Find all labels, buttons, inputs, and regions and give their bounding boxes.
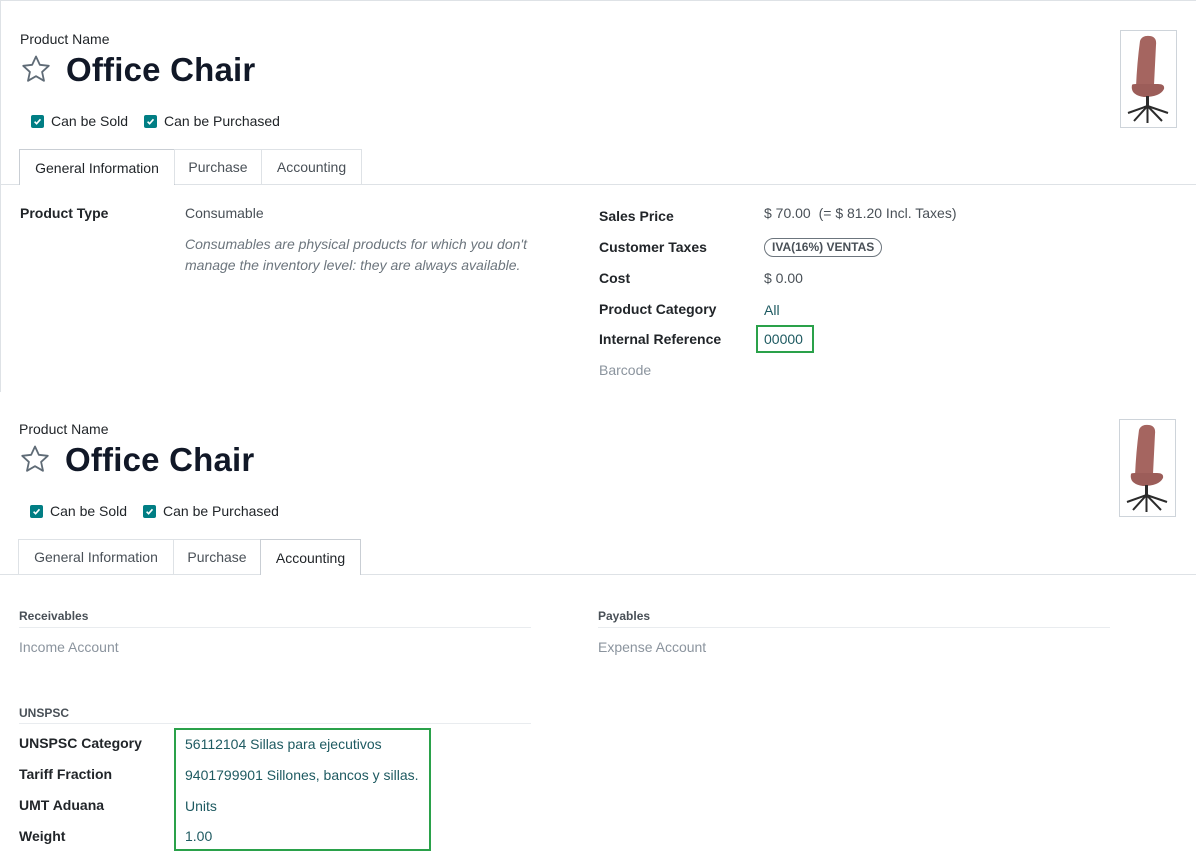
- internal-reference-label: Internal Reference: [599, 331, 722, 347]
- can-be-sold-checkbox[interactable]: Can be Sold: [30, 503, 127, 519]
- tax-badge[interactable]: IVA(16%) VENTAS: [764, 238, 883, 257]
- notebook-tabs: General Information Purchase Accounting: [1, 149, 1196, 185]
- can-be-purchased-label: Can be Purchased: [163, 503, 279, 519]
- product-title[interactable]: Office Chair: [66, 51, 255, 89]
- tab-general-information[interactable]: General Information: [19, 149, 175, 185]
- product-category-value[interactable]: All: [764, 302, 780, 318]
- sales-price-incl-taxes: (= $ 81.20 Incl. Taxes): [818, 205, 957, 221]
- can-be-sold-label: Can be Sold: [50, 503, 128, 519]
- tab-purchase[interactable]: Purchase: [174, 149, 262, 184]
- sales-price-label: Sales Price: [599, 208, 674, 224]
- divider: [598, 627, 1110, 628]
- can-be-sold-checkbox[interactable]: Can be Sold: [31, 113, 128, 129]
- product-form-general: Product Name Office Chair Can be Sold Ca…: [0, 0, 1196, 392]
- tab-general-information[interactable]: General Information: [18, 539, 174, 574]
- sales-price-field[interactable]: $ 70.00 (= $ 81.20 Incl. Taxes): [764, 205, 956, 221]
- tariff-fraction-label: Tariff Fraction: [19, 766, 113, 782]
- favorite-star-icon[interactable]: [20, 53, 52, 88]
- cost-value[interactable]: $ 0.00: [764, 270, 803, 286]
- product-type-value[interactable]: Consumable: [185, 205, 264, 221]
- product-name-label: Product Name: [20, 31, 110, 47]
- income-account-field[interactable]: Income Account: [19, 639, 119, 655]
- expense-account-field[interactable]: Expense Account: [598, 639, 706, 655]
- tab-purchase[interactable]: Purchase: [173, 539, 261, 574]
- can-be-purchased-checkbox[interactable]: Can be Purchased: [143, 503, 279, 519]
- customer-taxes-field[interactable]: IVA(16%) VENTAS: [764, 238, 883, 257]
- can-be-sold-label: Can be Sold: [51, 113, 129, 129]
- product-name-label: Product Name: [19, 421, 109, 437]
- product-form-accounting: Product Name Office Chair Can be Sold Ca…: [0, 392, 1196, 856]
- checkbox-checked-icon[interactable]: [30, 504, 43, 518]
- product-category-label: Product Category: [599, 301, 717, 317]
- office-chair-image[interactable]: [1120, 30, 1177, 128]
- checkbox-checked-icon[interactable]: [31, 114, 44, 128]
- divider: [19, 627, 531, 628]
- checkbox-checked-icon[interactable]: [143, 504, 156, 518]
- barcode-label[interactable]: Barcode: [599, 362, 651, 378]
- divider: [19, 723, 531, 724]
- sales-price-value[interactable]: $ 70.00: [764, 205, 811, 221]
- office-chair-image[interactable]: [1119, 419, 1176, 517]
- tab-accounting[interactable]: Accounting: [261, 149, 362, 184]
- favorite-star-icon[interactable]: [19, 443, 51, 478]
- receivables-title: Receivables: [19, 609, 89, 623]
- payables-title: Payables: [598, 609, 651, 623]
- can-be-purchased-checkbox[interactable]: Can be Purchased: [144, 113, 280, 129]
- customer-taxes-label: Customer Taxes: [599, 239, 707, 255]
- checkbox-checked-icon[interactable]: [144, 114, 157, 128]
- can-be-purchased-label: Can be Purchased: [164, 113, 280, 129]
- unspsc-fields-highlight: [174, 728, 431, 851]
- unspsc-title: UNSPSC: [19, 706, 70, 720]
- umt-aduana-label: UMT Aduana: [19, 797, 105, 813]
- tab-accounting[interactable]: Accounting: [260, 539, 361, 575]
- product-type-help: Consumables are physical products for wh…: [185, 236, 527, 273]
- notebook-tabs: General Information Purchase Accounting: [0, 539, 1196, 575]
- weight-label: Weight: [19, 828, 66, 844]
- internal-reference-highlight: [756, 325, 814, 353]
- cost-label: Cost: [599, 270, 631, 286]
- unspsc-category-label: UNSPSC Category: [19, 735, 142, 751]
- product-title[interactable]: Office Chair: [65, 441, 254, 479]
- product-type-label: Product Type: [20, 205, 109, 221]
